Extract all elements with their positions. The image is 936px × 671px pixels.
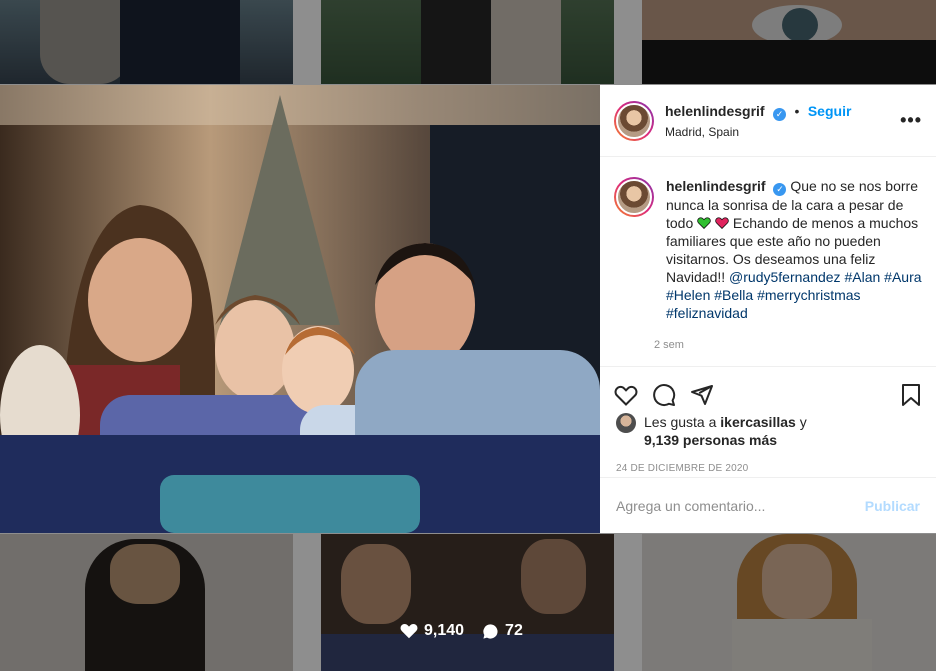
caption-time: 2 sem <box>654 339 684 351</box>
hashtag-alan[interactable]: #Alan <box>844 269 880 285</box>
hover-likes-count: 9,140 <box>424 622 465 639</box>
action-bar <box>600 367 936 413</box>
grid-photo-top-middle[interactable] <box>321 0 614 84</box>
post-location[interactable]: Madrid, Spain <box>665 125 900 139</box>
post-date[interactable]: 24 DE DICIEMBRE DE 2020 <box>600 449 936 474</box>
verified-badge-icon: ✓ <box>773 183 787 196</box>
grid-photo-bottom-middle[interactable] <box>321 534 614 671</box>
likes-and: y <box>799 414 807 430</box>
grid-photo-bottom-right[interactable] <box>642 534 936 671</box>
mention-rudy5fernandez[interactable]: @rudy5fernandez <box>729 269 841 285</box>
hover-stats: 9,140 72 <box>400 622 541 640</box>
hashtag-helen[interactable]: #Helen <box>666 287 710 303</box>
post-photo[interactable] <box>0 85 600 533</box>
family-photo-illustration <box>0 85 600 533</box>
caption-avatar[interactable] <box>614 177 654 217</box>
author-avatar[interactable] <box>614 100 654 141</box>
likes-user-link[interactable]: ikercasillas <box>720 414 796 430</box>
author-username[interactable]: helenlindesgrif <box>665 103 765 119</box>
heart-icon <box>400 623 418 639</box>
caption-text: helenlindesgrif ✓ Que no se nos borre nu… <box>666 177 922 322</box>
hashtag-bella[interactable]: #Bella <box>714 287 753 303</box>
more-options-icon[interactable]: ••• <box>900 110 922 131</box>
post-header: helenlindesgrif ✓ • Seguir Madrid, Spain… <box>600 85 936 157</box>
comment-form: Agrega un comentario... Publicar <box>600 477 936 533</box>
follow-button[interactable]: Seguir <box>808 103 852 119</box>
verified-badge-icon: ✓ <box>773 107 787 121</box>
share-icon[interactable] <box>690 383 714 407</box>
hashtag-feliznavidad[interactable]: #feliznavidad <box>666 305 748 321</box>
liker-avatar[interactable] <box>616 413 636 433</box>
post-details-panel: helenlindesgrif ✓ • Seguir Madrid, Spain… <box>600 85 936 533</box>
likes-prefix: Les gusta a <box>644 414 717 430</box>
hashtag-merrychristmas[interactable]: #merrychristmas <box>757 287 860 303</box>
grid-photo-top-left[interactable] <box>0 0 293 84</box>
comment-icon[interactable] <box>652 383 676 407</box>
caption-block: helenlindesgrif ✓ Que no se nos borre nu… <box>600 157 936 367</box>
comment-input[interactable]: Agrega un comentario... <box>616 498 865 514</box>
likes-summary: Les gusta a ikercasillas y 9,139 persona… <box>600 413 936 449</box>
separator-dot: • <box>794 102 800 119</box>
comment-icon <box>483 623 498 639</box>
hover-comments-count: 72 <box>505 622 523 639</box>
red-heart-icon <box>715 217 729 229</box>
save-bookmark-icon[interactable] <box>900 383 922 407</box>
green-heart-icon <box>697 217 711 229</box>
like-heart-icon[interactable] <box>614 384 638 406</box>
caption-username[interactable]: helenlindesgrif <box>666 178 766 194</box>
publish-button[interactable]: Publicar <box>865 498 920 514</box>
hashtag-aura[interactable]: #Aura <box>884 269 921 285</box>
likes-count-link[interactable]: 9,139 personas más <box>644 432 777 448</box>
grid-photo-top-right[interactable] <box>642 0 936 84</box>
grid-photo-bottom-left[interactable] <box>0 534 293 671</box>
